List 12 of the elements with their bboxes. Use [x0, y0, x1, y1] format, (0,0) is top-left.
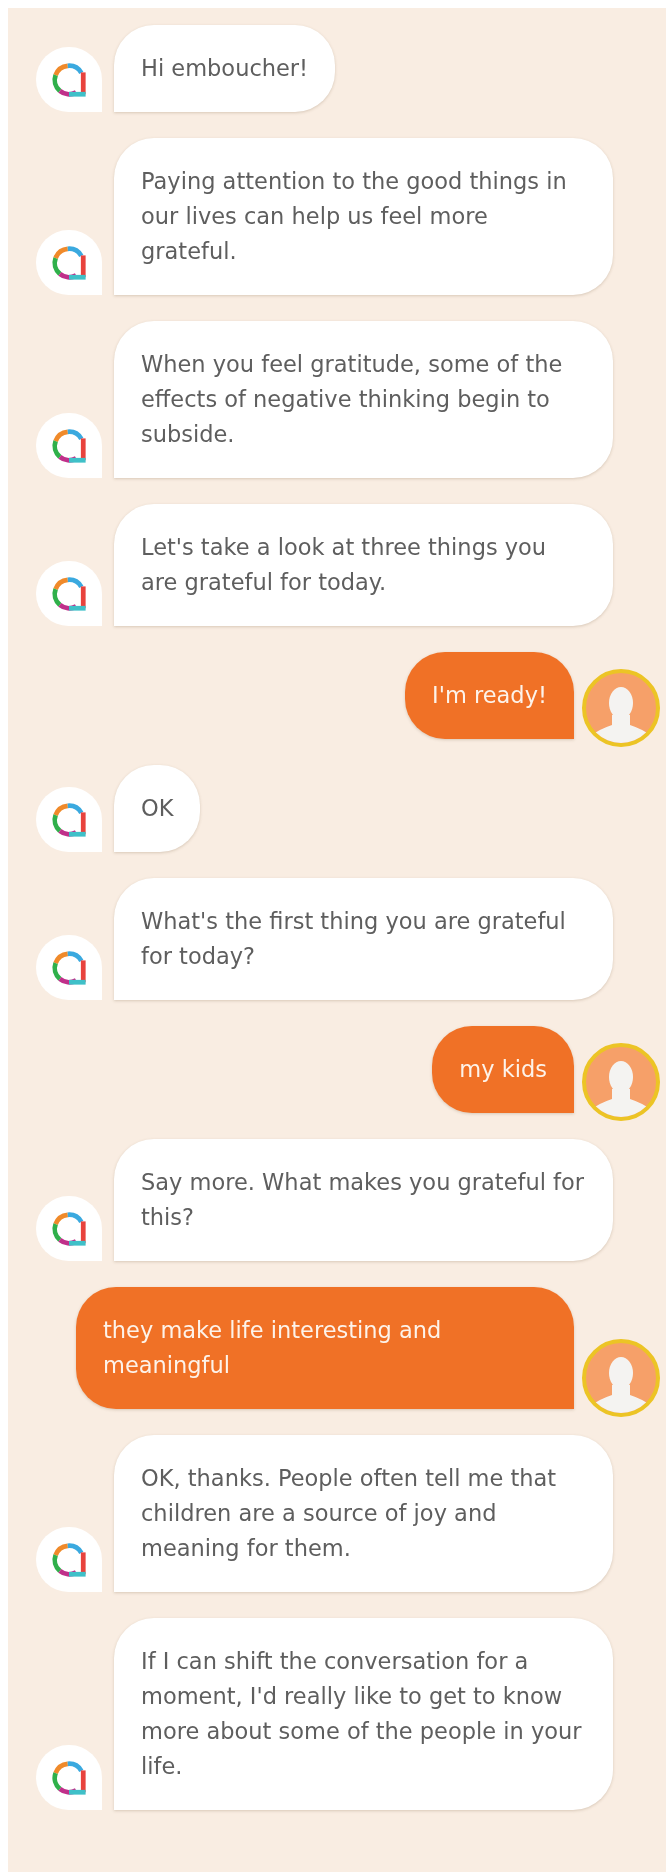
bot-message: Let's take a look at three things you are grateful for today.	[114, 504, 613, 626]
bot-message: If I can shift the conversation for a moment, I'd really like to get to know more about some of the people in your life.	[114, 1618, 613, 1810]
user-message: they make life interesting and meaningful	[76, 1287, 574, 1409]
user-message: I'm ready!	[405, 652, 574, 739]
bot-message: What's the first thing you are grateful for today?	[114, 878, 613, 1000]
bot-message: When you feel gratitude, some of the effects of negative thinking begin to subside.	[114, 321, 613, 478]
bot-message: Say more. What makes you grateful for this?	[114, 1139, 613, 1261]
user-message: my kids	[432, 1026, 574, 1113]
bot-message: OK, thanks. People often tell me that children are a source of joy and meaning for them.	[114, 1435, 613, 1592]
bot-message: Paying attention to the good things in our lives can help us feel more grateful.	[114, 138, 613, 295]
bot-message: OK	[114, 765, 201, 852]
bot-message: Hi embouchеr!	[114, 25, 336, 112]
